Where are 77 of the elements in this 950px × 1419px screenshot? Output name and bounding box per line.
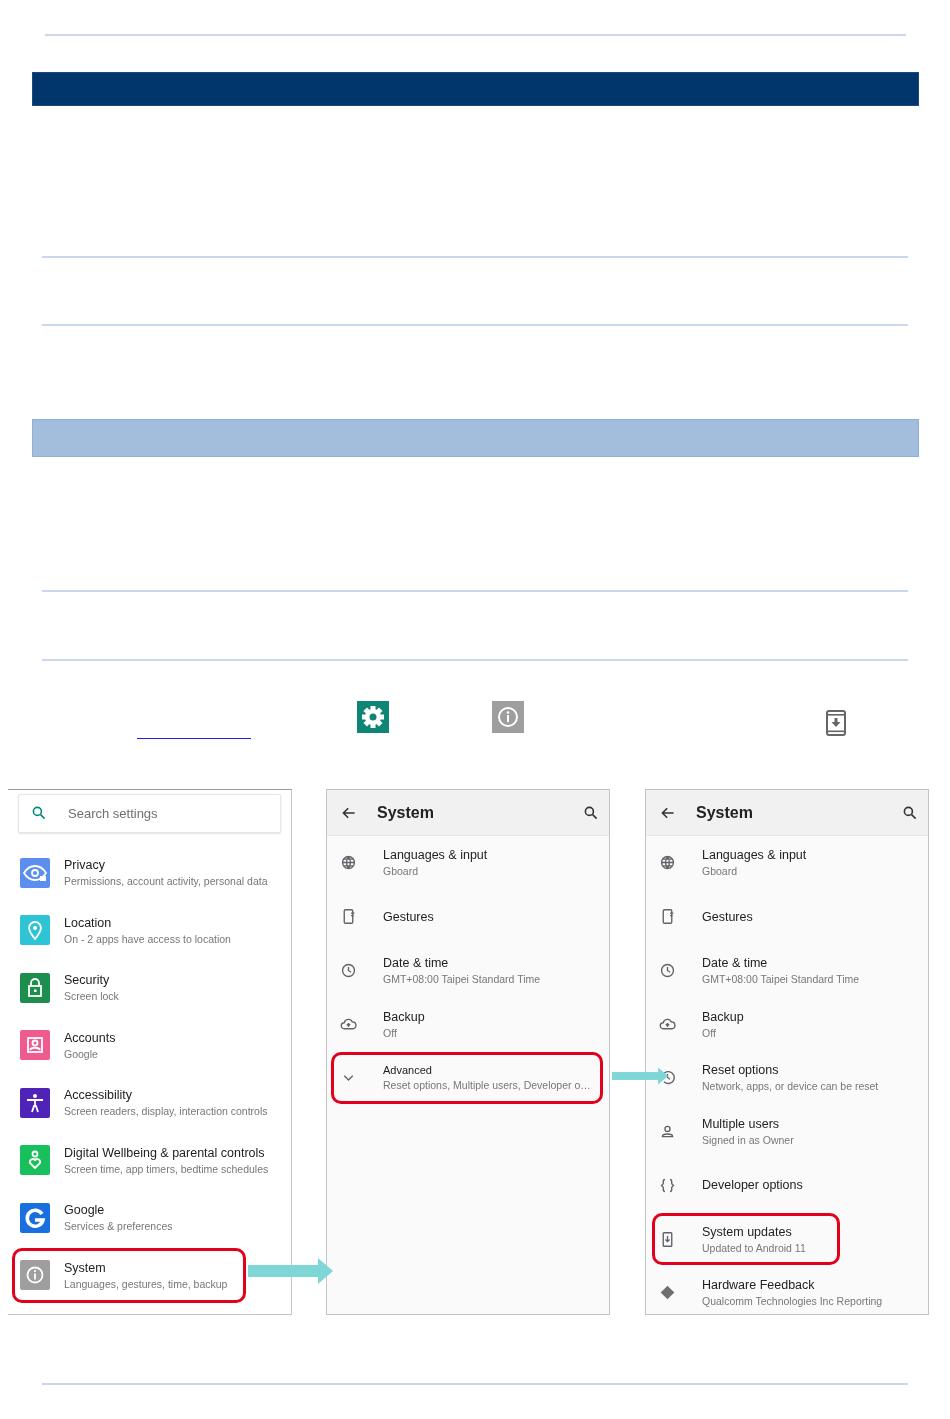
settings-item[interactable]: Privacy Permissions, account activity, personal data [8,844,291,902]
settings-item[interactable]: Google Services & preferences [8,1189,291,1247]
globe-icon [339,854,357,872]
item-summary: On - 2 apps have access to location [64,932,231,945]
item-summary: Gboard [383,865,420,878]
search-icon [902,804,918,821]
screen-title: System [696,803,753,822]
item-title: Advanced [383,1064,433,1077]
settings-item[interactable]: Backup Off [646,997,928,1051]
settings-item[interactable]: Advanced Reset options, Multiple users, Developer o… [327,1051,609,1105]
item-summary: GMT+08:00 Taipei Standard Time [383,972,541,985]
item-summary: Network, apps, or device can be reset [702,1080,879,1093]
item-summary: GMT+08:00 Taipei Standard Time [702,972,860,985]
item-title: Developer options [702,1178,803,1193]
item-summary: Permissions, account activity, personal data [64,875,268,888]
settings-item[interactable]: Languages & input Gboard [327,836,609,890]
item-title: Hardware Feedback [702,1278,816,1293]
settings-item[interactable]: Date & time GMT+08:00 Taipei Standard Time [327,943,609,998]
settings-item[interactable]: Accounts Google [8,1016,291,1074]
clock-icon [658,961,676,979]
item-title: Date & time [702,955,769,970]
settings-item[interactable]: Location On - 2 apps have access to location [8,901,291,959]
item-title: Google [64,1203,106,1218]
item-summary: Reset options, Multiple users, Developer o… [383,1079,591,1092]
item-summary: Updated to Android 11 [702,1241,806,1254]
item-summary: Services & preferences [64,1220,173,1233]
item-title: Gestures [383,909,434,924]
settings-item[interactable]: Hardware Feedback Qualcomm Technologies Inc Reporting [646,1266,928,1314]
item-title: Security [64,973,111,988]
item-summary: Screen time, app timers, bedtime schedules [64,1162,269,1175]
settings-item[interactable]: Developer options [646,1158,928,1213]
item-title: Languages & input [702,848,807,863]
settings-item[interactable]: Gestures [646,889,928,944]
item-title: Location [64,915,113,930]
settings-item[interactable]: System updates Updated to Android 11 [646,1212,928,1266]
settings-icon [357,701,389,733]
item-summary: Signed in as Owner [702,1134,794,1147]
item-summary: Qualcomm Technologies Inc Reporting [702,1295,883,1308]
screen-title: System [377,803,434,822]
item-summary: Off [702,1026,717,1039]
globe-icon [658,854,676,872]
info-icon [492,701,524,733]
item-title: Date & time [383,955,450,970]
settings-item[interactable]: Languages & input Gboard [646,836,928,890]
item-title: Languages & input [383,848,488,863]
item-title: Reset options [702,1063,780,1078]
clock-icon [339,961,357,979]
item-summary: Gboard [702,865,739,878]
settings-item[interactable]: Accessibility Screen readers, display, interaction controls [8,1074,291,1132]
item-summary: Languages, gestures, time, backup [64,1277,228,1290]
item-title: Privacy [64,858,106,873]
braces-icon [658,1176,676,1194]
item-title: Gestures [702,909,753,924]
settings-item[interactable]: Gestures [327,889,609,944]
settings-item[interactable]: Backup Off [327,997,609,1051]
phone-download-icon [826,710,846,736]
settings-item[interactable]: Security Screen lock [8,959,291,1017]
search-icon [583,804,599,821]
item-summary: Screen readers, display, interaction controls [64,1105,268,1118]
diamond-chip-icon [658,1284,676,1302]
item-title: Accounts [64,1030,116,1045]
settings-item[interactable]: Digital Wellbeing & parental controls Screen time, app timers, bedtime schedules [8,1131,291,1189]
item-title: Backup [702,1009,744,1024]
item-title: Backup [383,1009,425,1024]
item-title: Accessibility [64,1088,134,1103]
settings-item[interactable]: Date & time GMT+08:00 Taipei Standard Time [646,943,928,998]
search-field[interactable]: Search settings [18,794,281,833]
item-title: Multiple users [702,1117,781,1132]
item-title: Digital Wellbeing & parental controls [64,1145,266,1160]
item-summary: Off [383,1026,398,1039]
item-summary: Google [64,1047,99,1060]
item-summary: Screen lock [64,990,119,1003]
settings-item[interactable]: System Languages, gestures, time, backup [8,1246,291,1304]
item-title: System [64,1260,107,1275]
settings-item[interactable]: Reset options Network, apps, or device can be reset [646,1051,928,1105]
settings-item[interactable]: Multiple users Signed in as Owner [646,1104,928,1159]
item-title: System updates [702,1224,793,1239]
